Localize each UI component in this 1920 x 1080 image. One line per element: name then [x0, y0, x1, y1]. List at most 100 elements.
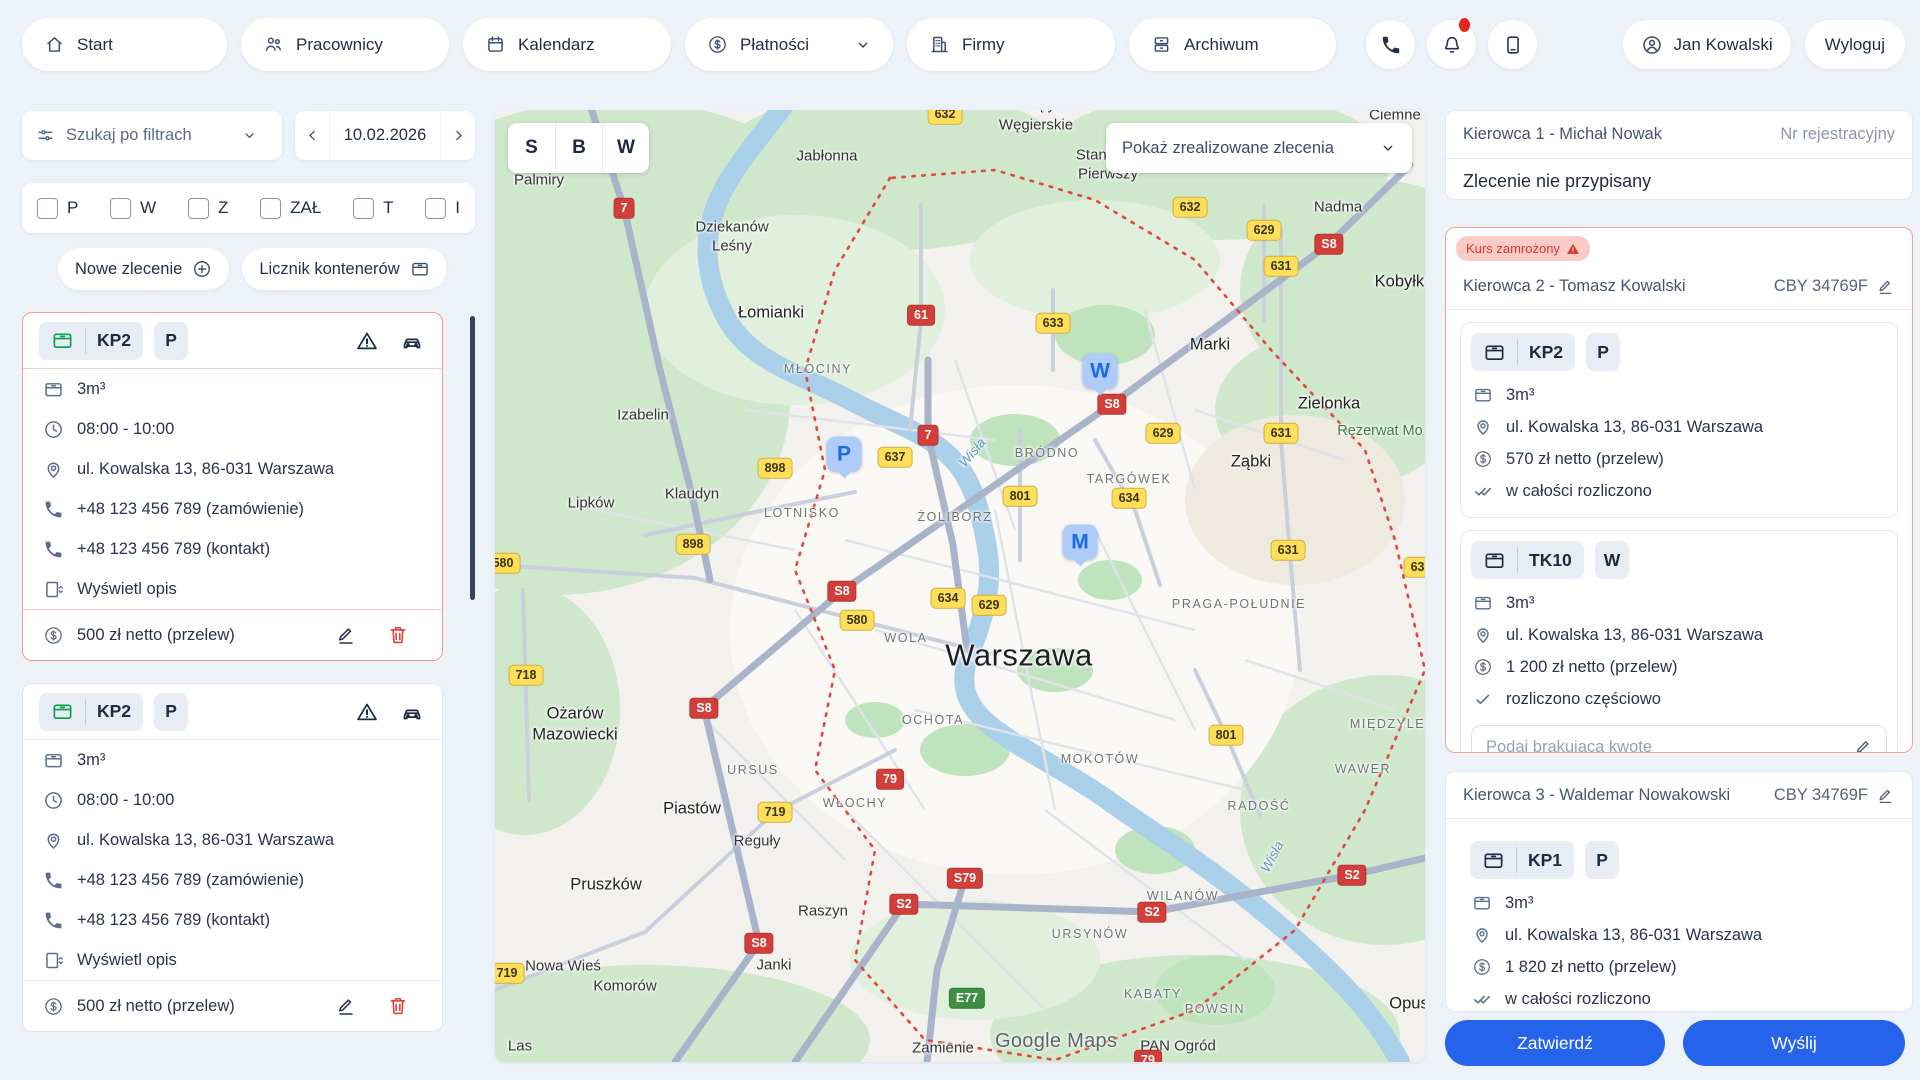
road-badge: 61 [907, 305, 935, 326]
driver-card-header: Kierowca 2 - Tomasz KowalskiCBY 34769F [1446, 263, 1912, 309]
nav-item-kalendarz[interactable]: Kalendarz [463, 18, 671, 71]
new-order-button[interactable]: Nowe zlecenie [58, 248, 229, 290]
pin-icon [1472, 925, 1492, 945]
tablet-button[interactable] [1488, 20, 1537, 69]
prev-day-button[interactable] [295, 111, 329, 160]
edit-amount-icon[interactable] [1853, 737, 1874, 754]
checkbox[interactable] [37, 198, 58, 219]
assign-vehicle-icon[interactable] [400, 700, 424, 724]
map-label: Ząbki [1231, 452, 1271, 473]
approve-button[interactable]: Zatwierdź [1445, 1020, 1665, 1066]
checkbox-label: Z [218, 198, 228, 218]
nav-item-label: Firmy [962, 35, 1004, 55]
driver-card-header: Kierowca 1 - Michał NowakNr rejestracyjn… [1446, 111, 1912, 158]
order-volume-row: 3m³ [1471, 587, 1887, 619]
road-badge: 631 [1271, 540, 1306, 561]
order-volume-row: 3m³ [1471, 379, 1887, 411]
order-price: 500 zł netto (przelew) [77, 997, 335, 1016]
road-badge: S8 [744, 933, 773, 954]
frozen-course-label: Kurs zamrożony [1466, 241, 1560, 256]
show-description-row[interactable]: Wyświetl opis [23, 940, 442, 980]
order-price-row-text: 570 zł netto (przelew) [1506, 450, 1664, 469]
status-filter-w[interactable]: W [110, 198, 156, 219]
order-code: KP2 [97, 701, 131, 722]
order-phone-row-text: +48 123 456 789 (zamówienie) [77, 871, 304, 890]
nav-item-start[interactable]: Start [22, 18, 227, 71]
nav-item-label: Płatności [740, 35, 809, 55]
map-layer-button-b[interactable]: B [555, 123, 602, 173]
road-badge: S8 [827, 581, 856, 602]
order-address-row: ul. Kowalska 13, 86-031 Warszawa [1470, 919, 1888, 951]
order-code: TK10 [1529, 550, 1572, 571]
driver-title: Kierowca 2 - Tomasz Kowalski [1463, 277, 1774, 296]
checkbox[interactable] [110, 198, 131, 219]
checkbox[interactable] [188, 198, 209, 219]
missing-amount-input[interactable] [1484, 737, 1853, 754]
order-volume-row-text: 3m³ [1506, 386, 1534, 405]
checkbox[interactable] [353, 198, 374, 219]
road-badge: S79 [947, 868, 983, 889]
completed-orders-dropdown[interactable]: Pokaż zrealizowane zlecenia [1106, 123, 1412, 173]
logout-button[interactable]: Wyloguj [1805, 20, 1905, 69]
send-button[interactable]: Wyślij [1683, 1020, 1905, 1066]
order-code-pill: KP2 [39, 322, 143, 360]
left-panel-scrollbar[interactable] [470, 316, 475, 600]
settlement-status-row: w całości rozliczono [1471, 475, 1887, 507]
pin-icon [1473, 625, 1493, 645]
order-address-row: ul. Kowalska 13, 86-031 Warszawa [1471, 619, 1887, 651]
bell-icon [1441, 34, 1463, 56]
user-menu-button[interactable]: Jan Kowalski [1623, 20, 1790, 69]
delete-order-icon[interactable] [387, 624, 409, 646]
next-day-button[interactable] [441, 111, 475, 160]
container-counter-button[interactable]: Licznik kontenerów [242, 248, 446, 290]
map-layer-button-w[interactable]: W [602, 123, 649, 173]
warning-icon [355, 329, 379, 353]
edit-price-icon[interactable] [335, 624, 357, 646]
map-marker-p[interactable]: P [827, 437, 862, 472]
nav-item-pracownicy[interactable]: Pracownicy [241, 18, 449, 71]
phone-button[interactable] [1366, 20, 1415, 69]
order-price-row-text: 1 200 zł netto (przelew) [1506, 658, 1678, 677]
map-label: Reguły [734, 833, 781, 852]
assign-vehicle-icon[interactable] [400, 329, 424, 353]
nav-item-patnoci[interactable]: Płatności [685, 18, 893, 71]
container-icon [51, 700, 74, 723]
container-icon [1483, 341, 1506, 364]
delete-order-icon[interactable] [387, 995, 409, 1017]
checkbox-label: I [455, 198, 460, 218]
map[interactable]: KątyWęgierskieCiemnePalmiryJabłonnaStani… [495, 110, 1425, 1062]
map-marker-m[interactable]: M [1063, 525, 1098, 560]
checkbox[interactable] [425, 198, 446, 219]
road-badge: 801 [1209, 725, 1244, 746]
order-code-pill: TK10 [1471, 541, 1584, 579]
checkbox[interactable] [260, 198, 281, 219]
status-filter-zał[interactable]: ZAŁ [260, 198, 321, 219]
driver-order: KP1P3m³ul. Kowalska 13, 86-031 Warszawa1… [1460, 831, 1898, 1012]
status-filter-z[interactable]: Z [188, 198, 228, 219]
map-layer-button-s[interactable]: S [508, 123, 555, 173]
tablet-icon [1502, 34, 1524, 56]
nav-item-archiwum[interactable]: Archiwum [1129, 18, 1336, 71]
order-type-pill: P [154, 322, 188, 360]
road-badge: 637 [878, 447, 913, 468]
edit-price-icon[interactable] [335, 995, 357, 1017]
nav-item-firmy[interactable]: Firmy [907, 18, 1115, 71]
order-card-header: KP2 P [23, 313, 442, 368]
container-icon [1482, 849, 1505, 872]
edit-registration-icon[interactable] [1876, 277, 1895, 296]
edit-registration-icon[interactable] [1876, 786, 1895, 805]
status-filter-t[interactable]: T [353, 198, 393, 219]
order-address-row: ul. Kowalska 13, 86-031 Warszawa [1471, 411, 1887, 443]
current-date[interactable]: 10.02.2026 [330, 126, 440, 145]
road-badge: 898 [758, 458, 793, 479]
map-marker-w[interactable]: W [1083, 354, 1118, 389]
filter-search-select[interactable]: Szukaj po filtrach [22, 111, 282, 160]
status-filter-p[interactable]: P [37, 198, 78, 219]
chevron-down-icon [855, 37, 871, 53]
notifications-button[interactable] [1427, 20, 1476, 69]
status-filter-i[interactable]: I [425, 198, 460, 219]
show-description-row[interactable]: Wyświetl opis [23, 569, 442, 609]
map-label: Komorów [593, 978, 656, 997]
driver-order-pills: TK10W [1471, 541, 1887, 579]
map-label: Piastów [663, 799, 721, 820]
